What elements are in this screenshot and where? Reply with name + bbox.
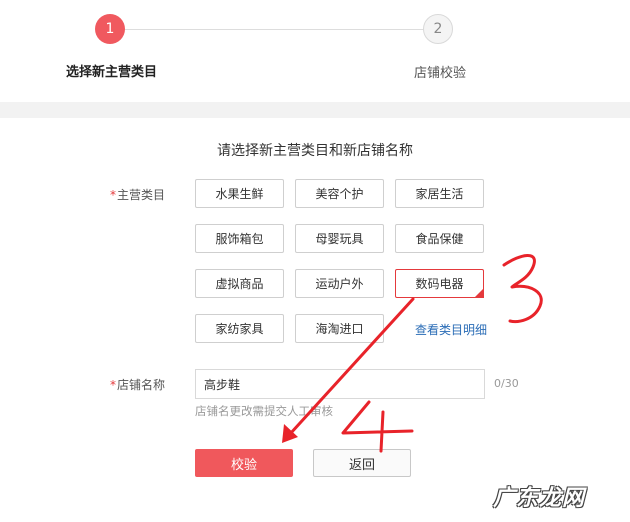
- category-button-beauty[interactable]: 美容个护: [295, 179, 384, 208]
- view-category-detail-link[interactable]: 查看类目明细: [415, 321, 487, 338]
- shop-name-label-text: 店铺名称: [117, 378, 166, 392]
- selected-corner-icon: [474, 288, 484, 298]
- back-button[interactable]: 返回: [313, 449, 411, 477]
- category-button-digital-label: 数码电器: [415, 277, 464, 291]
- category-label-text: 主营类目: [117, 188, 166, 202]
- step-header: 1 选择新主营类目 2 店铺校验: [0, 0, 630, 102]
- category-button-fruit[interactable]: 水果生鲜: [195, 179, 284, 208]
- category-button-virtual[interactable]: 虚拟商品: [195, 269, 284, 298]
- shop-name-counter: 0/30: [494, 377, 519, 390]
- category-button-digital-selected[interactable]: 数码电器: [395, 269, 484, 298]
- step-2-circle: 2: [423, 14, 453, 44]
- category-button-baby[interactable]: 母婴玩具: [295, 224, 384, 253]
- step-connector: [110, 29, 438, 30]
- shop-name-input[interactable]: [195, 369, 485, 399]
- category-label: *主营类目: [110, 186, 165, 203]
- required-mark: *: [110, 188, 116, 202]
- step-1-circle: 1: [95, 14, 125, 44]
- shop-name-hint: 店铺名更改需提交人工审核: [195, 404, 333, 418]
- shop-name-label: *店铺名称: [110, 376, 165, 393]
- category-button-home[interactable]: 家居生活: [395, 179, 484, 208]
- category-button-sports[interactable]: 运动户外: [295, 269, 384, 298]
- category-button-food[interactable]: 食品保健: [395, 224, 484, 253]
- category-button-textile[interactable]: 家纺家具: [195, 314, 284, 343]
- watermark-logo: 广东龙网: [493, 486, 586, 511]
- step-1-label: 选择新主营类目: [66, 65, 158, 80]
- category-button-import[interactable]: 海淘进口: [295, 314, 384, 343]
- step-2-label: 店铺校验: [414, 66, 467, 81]
- verify-button[interactable]: 校验: [195, 449, 293, 477]
- required-mark-2: *: [110, 378, 116, 392]
- form-title: 请选择新主营类目和新店铺名称: [217, 143, 413, 159]
- category-button-apparel[interactable]: 服饰箱包: [195, 224, 284, 253]
